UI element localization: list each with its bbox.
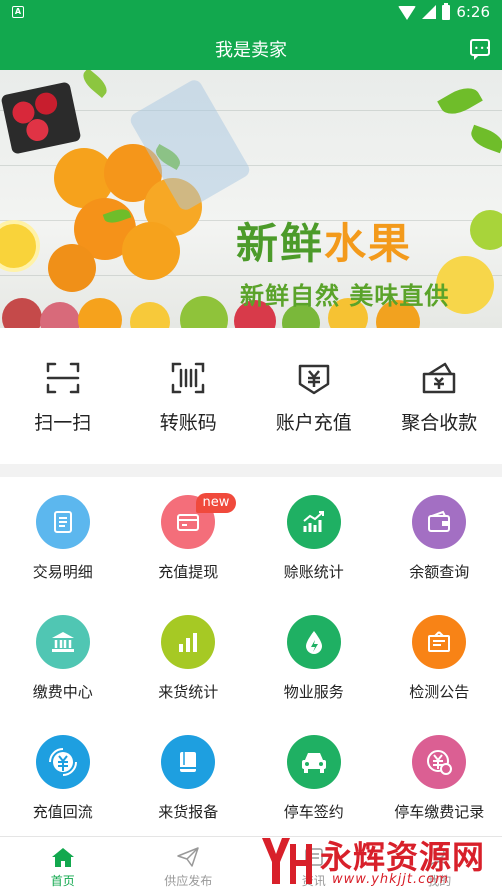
quick-action-account-recharge[interactable]: 账户充值 [251,328,377,464]
nav-home[interactable]: 首页 [0,837,126,892]
grid-item-label: 充值提现 [158,563,219,581]
quick-action-transfer-code[interactable]: 转账码 [126,328,252,464]
wifi-icon [398,6,417,20]
grid-item-label: 余额查询 [409,563,470,581]
lemon-slice-image [0,220,40,272]
grid-item-label: 交易明细 [32,563,93,581]
quick-action-label: 转账码 [159,412,217,434]
grid-item-label: 停车签约 [283,803,344,821]
nav-supply-publish[interactable]: 供应发布 [126,837,252,892]
aggregate-payment-icon [423,362,456,394]
battery-icon [442,2,451,20]
new-badge: new [195,493,237,513]
quick-actions: 扫一扫 转账码 账户充值 聚合收款 [0,328,502,464]
notification-a-icon: A [12,6,24,18]
grid-item-incoming-stats[interactable]: 来货统计 [126,597,252,717]
notice-board-icon [412,615,467,669]
banner-subline: 新鲜自然 美味直供 [240,282,450,310]
watermark-logo [262,838,312,884]
grid-item-payment-center[interactable]: 缴费中心 [0,597,126,717]
grid-item-label: 停车缴费记录 [394,803,485,821]
grid-item-label: 充值回流 [32,803,93,821]
water-drop-icon [286,615,341,669]
account-recharge-icon [298,364,329,395]
grid-item-label: 赊账统计 [283,563,344,581]
bar-chart-icon [161,615,216,669]
grid-item-balance-query[interactable]: 余额查询 [377,477,502,597]
trend-chart-icon [286,495,341,549]
car-icon [286,735,341,789]
leaf-decoration [437,81,483,121]
quick-action-label: 扫一扫 [34,412,92,434]
grid-item-parking-contract[interactable]: 停车签约 [251,717,377,837]
page-title: 我是卖家 [215,40,287,61]
quick-action-scan[interactable]: 扫一扫 [0,328,126,464]
grid-item-incoming-report[interactable]: 来货报备 [126,717,252,837]
lime-image [470,210,502,250]
grid-item-label: 缴费中心 [32,683,93,701]
transfer-code-icon [172,362,205,394]
grid-item-inspection-notice[interactable]: 检测公告 [377,597,502,717]
grid-item-parking-fee-records[interactable]: 停车缴费记录 [377,717,502,837]
grid-item-label: 物业服务 [283,683,344,701]
bank-icon [35,615,90,669]
cell-signal-icon [422,5,437,19]
quick-action-label: 账户充值 [275,412,352,434]
section-divider [0,464,502,477]
banner-headline: 新鲜水果 [236,219,413,268]
grid-item-transaction-details[interactable]: 交易明细 [0,477,126,597]
parking-fee-icon [412,735,467,789]
watermark-url: www.yhkjjt.com [332,872,449,887]
scan-icon [46,362,79,394]
yuan-cycle-icon [35,735,90,789]
document-icon [35,495,90,549]
message-icon[interactable]: ••• [470,39,490,60]
status-bar: A 6:26 [0,0,502,26]
status-time: 6:26 [456,3,490,21]
grid-item-label: 检测公告 [409,683,470,701]
status-icons: 6:26 [398,2,490,21]
quick-action-label: 聚合收款 [401,412,478,434]
app-bar: 我是卖家 ••• [0,26,502,70]
grid-item-property-service[interactable]: 物业服务 [251,597,377,717]
grid-item-recharge-withdraw[interactable]: new 充值提现 [126,477,252,597]
nav-label: 首页 [50,874,75,888]
quick-action-aggregate-payment[interactable]: 聚合收款 [377,328,502,464]
grid-item-label: 来货报备 [158,803,219,821]
home-icon [51,848,74,867]
grid-item-credit-stats[interactable]: 赊账统计 [251,477,377,597]
send-icon [177,847,199,867]
promo-banner[interactable]: 新鲜水果 新鲜自然 美味直供 [0,70,502,328]
grid-item-label: 来货统计 [158,683,219,701]
book-icon [161,735,216,789]
watermark: 永辉资源网 www.yhkjjt.com [258,830,502,892]
nav-label: 供应发布 [164,874,213,888]
grid-item-recharge-return[interactable]: 充值回流 [0,717,126,837]
wallet-icon [412,495,467,549]
